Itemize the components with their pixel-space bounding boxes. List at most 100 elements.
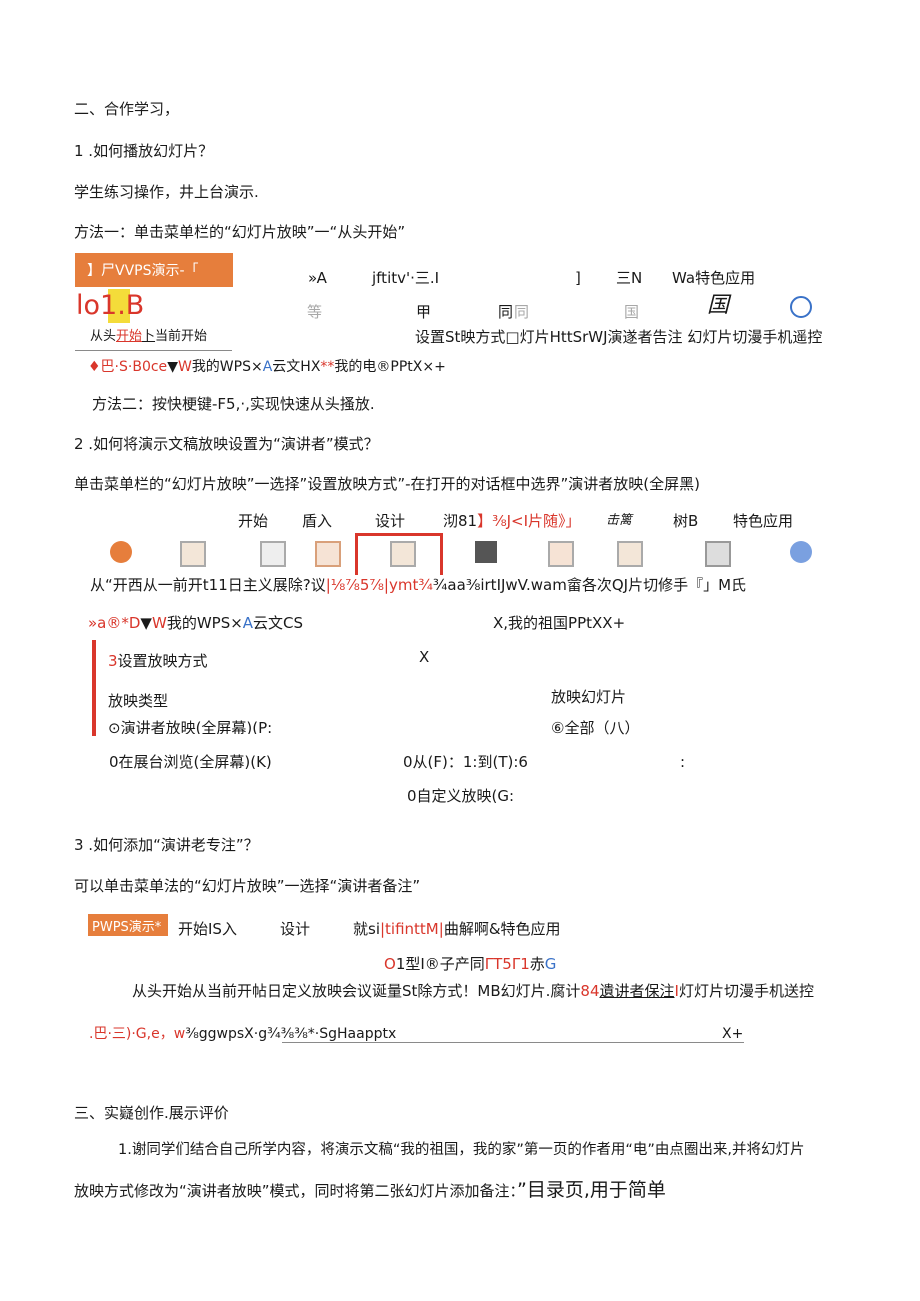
status-item: X, xyxy=(493,614,509,632)
status-bar-right: X,我的祖国PPtXX+ xyxy=(493,613,625,633)
status-item: ⅜ggwpsX·g¾⅜⅜*· xyxy=(185,1026,320,1042)
tab-design[interactable]: 设计 xyxy=(375,511,405,531)
status-item: ♦巴· xyxy=(88,359,120,375)
screen-icon[interactable] xyxy=(260,541,286,567)
ribbon-icon-label: 同 xyxy=(514,303,530,321)
ribbon-label: 84 xyxy=(580,982,600,1000)
status-bar: .巴·三)·G,e，w⅜ggwpsX·g¾⅜⅜*·SgHaapptx xyxy=(89,1024,396,1044)
status-item: S·B0ce xyxy=(119,359,168,375)
phone-icon[interactable] xyxy=(705,541,731,567)
remote-icon[interactable] xyxy=(790,541,812,563)
option-range[interactable]: 0从(F)：1:到(T):6 xyxy=(403,752,528,772)
tab-special[interactable]: 特色应用 xyxy=(733,511,793,531)
grid-icon[interactable] xyxy=(315,541,341,567)
option-custom[interactable]: 0自定义放映(G: xyxy=(407,786,514,806)
option-speaker[interactable]: ⊙演讲者放映(全屏幕)(P: xyxy=(108,718,272,734)
status-bar: ♦巴·S·B0ce▼W我的WPS×A云文HX**我的电®PPtX×+ xyxy=(88,357,446,377)
paragraph: 方法二：按快梗键-F5,·,实现快速从头搔放. xyxy=(92,395,375,413)
paragraph-text: 放映方式修改为“演讲者放映”模式，同时将第二张幻灯片添加备注： xyxy=(74,1182,518,1200)
status-item: .巴·三)·G,e xyxy=(89,1026,160,1042)
dialog-accent xyxy=(92,640,96,736)
tab-label: 曲解啊&特色应用 xyxy=(443,920,561,938)
tab-document[interactable]: 我的祖国PPtXX+ xyxy=(508,614,625,632)
ribbon-icon-label: 国 xyxy=(624,303,640,321)
status-item: »a®*D xyxy=(88,614,141,632)
ribbon-icon-label: 等 xyxy=(307,303,323,321)
tab-review[interactable]: 击篱 xyxy=(606,511,632,531)
section-heading: 二、合作学习， xyxy=(74,100,180,118)
paragraph: 可以单击菜单法的“幻灯片放映”一选择“演讲者备注” xyxy=(74,877,421,895)
ribbon-icons-row: O1型I®子产同ΓT5Γ1赤G xyxy=(384,954,556,974)
status-item: ▼ xyxy=(167,359,178,375)
paragraph: 1.谢同学们结合自己所学内容，将演示文稿“我的祖国，我的家”第一页的作者用“电”… xyxy=(118,1142,805,1158)
tab-start-insert[interactable]: 开始IS入 xyxy=(178,919,237,939)
settings-projector-icon[interactable] xyxy=(390,541,416,567)
tab-cloud[interactable]: 云文HX xyxy=(272,359,320,375)
ribbon-label: 从“开西从一前开t11日主义展除?议 xyxy=(90,576,326,594)
tab-c[interactable]: ] xyxy=(575,268,581,288)
ribbon-label: ¾aa⅜irtIJwV.wam畲各次QJ片切修手『」M氏 xyxy=(432,576,747,594)
close-tab[interactable]: X+ xyxy=(722,1024,743,1044)
ribbon-glyph: 赤 xyxy=(529,955,545,973)
ribbon-icon-label: 同 xyxy=(498,303,514,321)
ribbon-label-highlight: |⅛⅞5⅞|ymt¾ xyxy=(325,576,433,594)
group-label: 放映幻灯片 xyxy=(551,688,627,706)
app-title-bar: 】尸VVPS演示-「 xyxy=(75,253,233,287)
paragraph: 放映方式修改为“演讲者放映”模式，同时将第二张幻灯片添加备注：”目录页,用于简单 xyxy=(74,1180,666,1201)
tab-slideshow[interactable]: 沏81】⅜J<I片随》」 xyxy=(443,511,581,531)
big-logo-text: lo1.B xyxy=(76,290,145,321)
tab-label: 就si xyxy=(353,920,380,938)
slide-icon[interactable] xyxy=(475,541,497,563)
ribbon-glyph: O xyxy=(384,955,396,973)
status-item: A xyxy=(262,359,273,375)
ribbon-labels: 从头开始从当前开帖日定义放映会议诞量St除方式！MB幻灯片.腐计84遺讲者保注I… xyxy=(132,981,814,1001)
play-icon[interactable] xyxy=(110,541,132,563)
from-start-label: 卜 xyxy=(142,329,156,344)
from-current-label: 当前开始 xyxy=(155,329,208,344)
tab-mywps[interactable]: 我的WPS× xyxy=(167,614,243,632)
from-start-button[interactable]: 从头开始卜当前开始 xyxy=(90,327,207,347)
tab-start[interactable]: 开始 xyxy=(238,511,268,531)
question-2: 2 .如何将演示文稿放映设置为“演讲者”模式？ xyxy=(74,435,379,453)
tab-label: 沏81 xyxy=(443,512,478,530)
ribbon-icon-label: 甲 xyxy=(416,303,432,321)
paragraph-text-large: ”目录页,用于简单 xyxy=(517,1179,666,1201)
ribbon-toolbar xyxy=(100,533,815,575)
tab-mywps[interactable]: 我的WPS× xyxy=(192,359,263,375)
tab-view[interactable]: 树B xyxy=(673,511,698,531)
tab-special[interactable]: Wa特色应用 xyxy=(672,268,755,288)
ribbon-label: 灯灯片切漫手机送控 xyxy=(678,982,814,1000)
tab-slideshow[interactable]: 就si|tifinttM|曲解啊&特色应用 xyxy=(353,919,561,939)
tab-d[interactable]: 三N xyxy=(616,268,642,288)
tab-cloud[interactable]: 云文CS xyxy=(253,614,303,632)
remote-icon[interactable] xyxy=(790,296,812,318)
status-item: W xyxy=(177,359,192,375)
presenter-icon[interactable] xyxy=(617,541,643,567)
ribbon-glyph: ΓT5Γ1 xyxy=(484,955,530,973)
tab-a[interactable]: »A xyxy=(308,268,327,288)
option-kiosk[interactable]: 0在展台浏览(全屏幕)(K) xyxy=(109,752,272,772)
ribbon-glyph: 1型I®子产同 xyxy=(395,955,485,973)
tab-b[interactable]: jftitv'·三.I xyxy=(372,268,439,288)
ribbon-labels: 设置St映方式□灯片HttSrWJ演遂者告注 幻灯片切漫手机遥控 xyxy=(415,328,823,346)
option-all[interactable]: ⑥全部（八） xyxy=(551,718,639,738)
dialog-title: 3设置放映方式 xyxy=(108,651,208,671)
close-icon[interactable]: X xyxy=(419,647,429,667)
status-item: ，w xyxy=(159,1026,186,1042)
paragraph: 方法一：单击菜单栏的“幻灯片放映”一“从头开始” xyxy=(74,223,406,241)
status-item: A xyxy=(242,614,254,632)
dialog-title-text: 设置放映方式 xyxy=(117,652,208,670)
speaker-notes-button[interactable]: 遺讲者保注 xyxy=(600,982,675,1000)
tab-label: |tifinttM| xyxy=(379,920,444,938)
projector-icon[interactable] xyxy=(180,541,206,567)
tab-design[interactable]: 设计 xyxy=(280,919,310,939)
group-label: 放映类型 xyxy=(108,692,169,710)
status-bar: »a®*D▼W我的WPS×A云文CS xyxy=(88,613,303,633)
separator-colon: : xyxy=(680,753,686,771)
tab-insert[interactable]: 盾入 xyxy=(302,511,332,531)
ribbon-labels: 从“开西从一前开t11日主义展除?议|⅛⅞5⅞|ymt¾¾aa⅜irtIJwV.… xyxy=(90,575,746,595)
tab-document[interactable]: 我的电®PPtX×+ xyxy=(334,359,445,375)
tab-label: 】⅜J<I片随》」 xyxy=(477,512,581,530)
image-icon[interactable] xyxy=(548,541,574,567)
switch-icon[interactable]: 国 xyxy=(707,295,729,317)
